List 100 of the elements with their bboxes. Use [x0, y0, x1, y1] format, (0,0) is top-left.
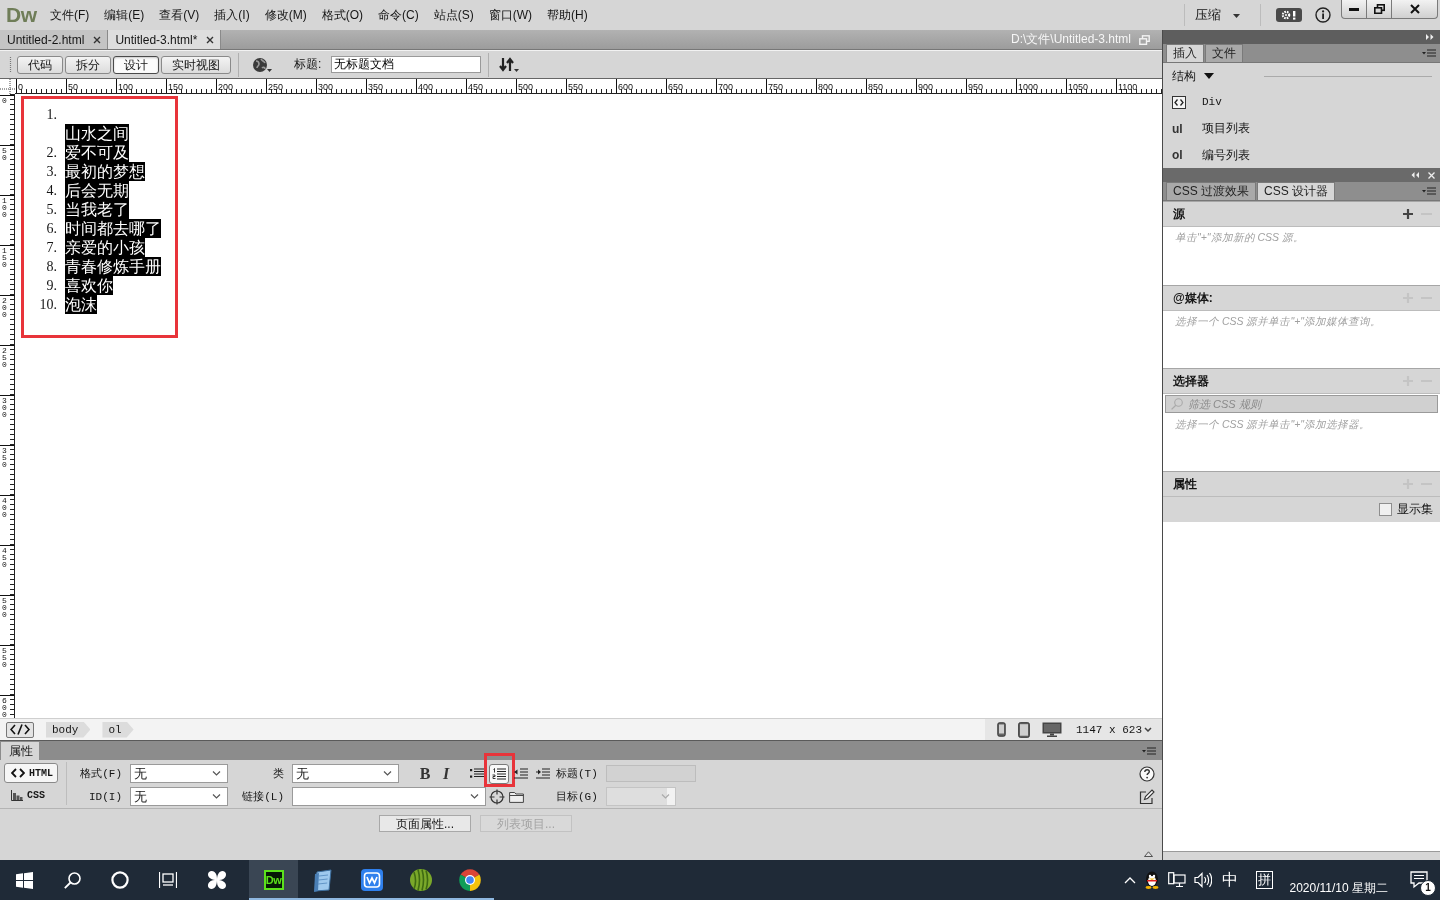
numbered-list-button[interactable]: [489, 763, 509, 784]
list-item-text: 后会无期: [65, 181, 129, 200]
plus-icon[interactable]: [1403, 209, 1413, 219]
code-icon: [11, 768, 25, 778]
close-icon[interactable]: [206, 35, 215, 44]
list-item-text: 最初的梦想: [65, 162, 145, 181]
list-number: 10.: [38, 296, 57, 314]
caret-down-icon: [1233, 14, 1240, 18]
document-tab[interactable]: Untitled-3.html*: [108, 30, 222, 49]
id-dropdown[interactable]: 无: [130, 787, 228, 806]
close-icon: [1409, 4, 1420, 14]
view-button[interactable]: 实时视图: [161, 55, 231, 74]
panel-button[interactable]: 页面属性...: [379, 815, 471, 832]
notification-icon[interactable]: [1410, 871, 1428, 889]
bold-button[interactable]: B: [418, 764, 432, 783]
phone-icon[interactable]: [997, 722, 1006, 737]
list-number: 9.: [45, 277, 57, 295]
id-label: ID(I): [88, 790, 123, 803]
menu-item[interactable]: 格式(O): [315, 3, 369, 27]
view-button[interactable]: 设计: [113, 55, 159, 74]
gear-alert-icon[interactable]: [1276, 8, 1302, 22]
close-icon[interactable]: [93, 35, 102, 44]
code-tag-button[interactable]: [6, 721, 34, 738]
folder-icon[interactable]: [509, 790, 524, 803]
menu-item[interactable]: 查看(V): [153, 3, 206, 27]
info-icon[interactable]: [1315, 7, 1331, 23]
document-tab[interactable]: Untitled-2.html: [0, 30, 109, 49]
tag-selector-item[interactable]: body: [46, 721, 91, 738]
menu-item[interactable]: 窗口(W): [482, 3, 538, 27]
category-dropdown[interactable]: 结构: [1172, 67, 1214, 85]
workspace-dropdown[interactable]: 压缩: [1185, 4, 1250, 26]
tag-selector-item[interactable]: ol: [102, 721, 134, 738]
edit-icon[interactable]: [1139, 788, 1155, 805]
taskbar-app-button[interactable]: Dw: [249, 860, 298, 900]
format-label: 格式(F): [79, 767, 123, 781]
panel-tab[interactable]: CSS 过渡效果: [1166, 182, 1256, 200]
panel-tab[interactable]: CSS 设计器: [1257, 182, 1336, 200]
ruler-label: 100: [117, 82, 134, 92]
penguin-icon[interactable]: [1144, 871, 1161, 889]
ring-icon: [111, 871, 129, 889]
panel-tab[interactable]: 插入: [1166, 44, 1204, 62]
ruler-label: 300: [317, 82, 334, 92]
link-field[interactable]: [292, 787, 486, 806]
menu-item[interactable]: 文件(F): [44, 3, 96, 27]
ruler-label: 350: [367, 82, 384, 92]
mode-button[interactable]: HTML: [4, 763, 58, 783]
ruler-origin-icon[interactable]: [0, 79, 15, 95]
panel-tab[interactable]: 文件: [1205, 44, 1243, 62]
network-icon[interactable]: [1168, 872, 1187, 888]
double-chevron-right-icon[interactable]: [1426, 34, 1434, 40]
checkbox-label[interactable]: 显示集: [1397, 501, 1433, 518]
help-icon[interactable]: [1139, 765, 1155, 782]
clock-date[interactable]: 2020/11/10 星期二: [1289, 879, 1388, 897]
insert-item[interactable]: Div: [1202, 96, 1222, 109]
menu-item[interactable]: 插入(I): [208, 3, 256, 27]
menu-item[interactable]: 帮助(H): [541, 3, 594, 27]
minimize-button[interactable]: [1341, 0, 1367, 19]
code-icon: [10, 724, 30, 735]
list-number: 5.: [45, 201, 57, 219]
title-field[interactable]: 无标题文档: [331, 56, 482, 73]
speaker-icon[interactable]: [1194, 872, 1213, 888]
globe-icon[interactable]: [252, 56, 272, 73]
crosshair-icon[interactable]: [489, 788, 505, 805]
tablet-icon[interactable]: [1018, 721, 1030, 738]
insert-item[interactable]: 项目列表: [1202, 120, 1250, 138]
italic-button[interactable]: I: [439, 764, 453, 783]
menu-item[interactable]: 命令(C): [372, 3, 425, 27]
input-language-indicator[interactable]: 中: [1222, 869, 1239, 891]
list-item-text: 山水之间: [65, 124, 129, 143]
input-mode-indicator[interactable]: 拼: [1256, 871, 1274, 889]
mode-button[interactable]: CSS: [4, 785, 58, 805]
hint-text: 单击"+"添加新的 CSS 源。: [1175, 231, 1304, 243]
chevron-down-icon: [1144, 727, 1152, 732]
panel-menu-icon[interactable]: [1422, 49, 1436, 57]
ruler-label: 1100: [1117, 82, 1138, 92]
class-dropdown[interactable]: 无: [292, 764, 399, 783]
section-title: 选择器: [1173, 372, 1209, 390]
panel-menu-icon[interactable]: [1142, 746, 1156, 755]
view-button[interactable]: 拆分: [65, 55, 111, 74]
chevron-up-icon[interactable]: [1124, 876, 1137, 884]
close-button[interactable]: [1391, 0, 1438, 19]
panel-tab[interactable]: 属性: [1, 742, 39, 760]
view-button[interactable]: 代码: [17, 55, 63, 74]
double-chevron-left-icon[interactable]: [1411, 172, 1419, 178]
insert-item[interactable]: 编号列表: [1202, 146, 1250, 164]
menu-item[interactable]: 编辑(E): [98, 3, 151, 27]
ruler-label: 550: [567, 82, 584, 92]
restore-button[interactable]: [1366, 0, 1392, 19]
ruler-label: 1000: [1017, 82, 1039, 92]
checkbox[interactable]: [1379, 503, 1392, 516]
desktop-icon[interactable]: [1042, 722, 1062, 737]
panel-menu-icon[interactable]: [1422, 187, 1436, 195]
file-path: D:\文件\Untitled-3.html: [1010, 31, 1131, 48]
menu-item[interactable]: 站点(S): [427, 3, 480, 27]
format-dropdown[interactable]: 无: [130, 764, 228, 783]
menu-item[interactable]: 修改(M): [258, 3, 313, 27]
sort-arrows-icon[interactable]: [499, 56, 520, 73]
bar-chart-icon: [11, 789, 23, 801]
grip-icon[interactable]: [9, 56, 12, 73]
collapse-icon[interactable]: [1144, 851, 1153, 857]
